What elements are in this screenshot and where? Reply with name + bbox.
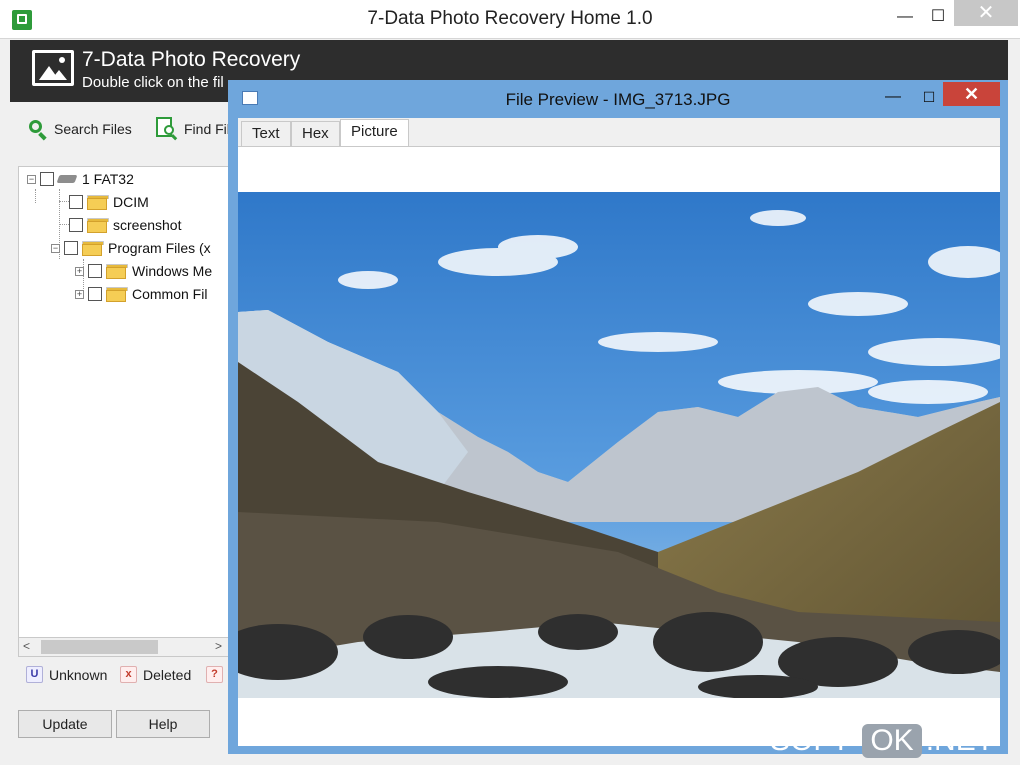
question-icon: ? <box>206 666 223 683</box>
tab-picture[interactable]: Picture <box>340 119 409 146</box>
tree-checkbox[interactable] <box>64 241 78 255</box>
tree-item-drive[interactable]: − 1 FAT32 <box>27 168 134 190</box>
tree-item-label: Windows Me <box>132 263 213 279</box>
legend-deleted: x Deleted <box>120 666 191 683</box>
unknown-icon: U <box>26 666 43 683</box>
banner-subtitle: Double click on the fil <box>82 74 224 91</box>
drive-icon <box>56 173 78 185</box>
watermark-part2: OK <box>862 724 922 758</box>
watermark-part3: .NET <box>925 724 995 757</box>
banner-title: 7-Data Photo Recovery <box>82 48 301 71</box>
deleted-icon: x <box>120 666 137 683</box>
preview-close-button[interactable]: ✕ <box>943 82 1000 106</box>
preview-maximize-button[interactable]: ☐ <box>914 84 944 110</box>
legend-unknown: U Unknown <box>26 666 107 683</box>
tree-item-label: 1 FAT32 <box>82 171 134 187</box>
window-title: 7-Data Photo Recovery Home 1.0 <box>367 8 653 29</box>
preview-minimize-button[interactable]: — <box>878 84 908 110</box>
horizontal-scrollbar[interactable]: < > <box>18 637 230 657</box>
file-preview-window: File Preview - IMG_3713.JPG — ☐ ✕ Text H… <box>228 80 1008 754</box>
expand-icon[interactable]: + <box>75 289 84 299</box>
scroll-right-arrow[interactable]: > <box>215 639 222 653</box>
tree-checkbox[interactable] <box>69 218 83 232</box>
tree-checkbox[interactable] <box>69 195 83 209</box>
photo-icon <box>32 50 74 86</box>
tree-item-label: screenshot <box>113 217 182 233</box>
legend-other: ? <box>206 666 229 683</box>
tree-item-dcim[interactable]: DCIM <box>69 191 149 213</box>
preview-tabs: Text Hex Picture <box>238 118 1000 147</box>
main-title-bar: 7-Data Photo Recovery Home 1.0 — ☐ ✕ <box>0 0 1020 39</box>
folder-icon <box>87 194 109 210</box>
scroll-left-arrow[interactable]: < <box>23 639 30 653</box>
tree-checkbox[interactable] <box>88 287 102 301</box>
tree-item-program-files[interactable]: − Program Files (x <box>51 237 211 259</box>
toolbar: Search Files Find Fil <box>10 105 238 153</box>
folder-icon <box>87 217 109 233</box>
tree-item-screenshot[interactable]: screenshot <box>69 214 181 236</box>
collapse-icon[interactable]: − <box>51 243 60 253</box>
tree-item-label: Common Fil <box>132 286 208 302</box>
folder-icon <box>82 240 104 256</box>
tree-item-label: DCIM <box>113 194 149 210</box>
find-files-label: Find Fil <box>184 121 230 137</box>
file-tree[interactable]: − 1 FAT32 DCIM screenshot − Program File… <box>18 166 232 638</box>
find-file-icon <box>156 117 178 141</box>
legend-unknown-label: Unknown <box>49 666 108 683</box>
tree-item-label: Program Files (x <box>108 240 211 256</box>
expand-icon[interactable]: + <box>75 266 84 276</box>
folder-icon <box>106 286 128 302</box>
maximize-button[interactable]: ☐ <box>918 4 958 30</box>
legend-deleted-label: Deleted <box>143 666 192 683</box>
search-files-button[interactable]: Search Files <box>28 115 132 143</box>
tab-hex[interactable]: Hex <box>291 121 340 146</box>
update-button[interactable]: Update <box>18 710 112 738</box>
watermark-part1: SOFT- <box>770 724 859 757</box>
help-button[interactable]: Help <box>116 710 210 738</box>
tree-item-windows-media[interactable]: + Windows Me <box>75 260 212 282</box>
preview-title-bar[interactable]: File Preview - IMG_3713.JPG — ☐ ✕ <box>228 80 1008 117</box>
find-files-button[interactable]: Find Fil <box>156 115 230 143</box>
preview-content: Text Hex Picture <box>238 118 1000 746</box>
watermark: SOFT- OK .NET <box>770 718 1020 764</box>
scroll-thumb[interactable] <box>41 640 158 654</box>
search-files-label: Search Files <box>54 121 132 137</box>
file-status-legend: U Unknown x Deleted ? <box>18 662 230 688</box>
search-icon <box>28 119 48 141</box>
collapse-icon[interactable]: − <box>27 174 36 184</box>
tree-checkbox[interactable] <box>88 264 102 278</box>
folder-icon <box>106 263 128 279</box>
tree-checkbox[interactable] <box>40 172 54 186</box>
tree-item-common-files[interactable]: + Common Fil <box>75 283 207 305</box>
preview-image <box>238 192 1000 698</box>
tab-text[interactable]: Text <box>241 121 291 146</box>
close-button[interactable]: ✕ <box>954 0 1018 26</box>
